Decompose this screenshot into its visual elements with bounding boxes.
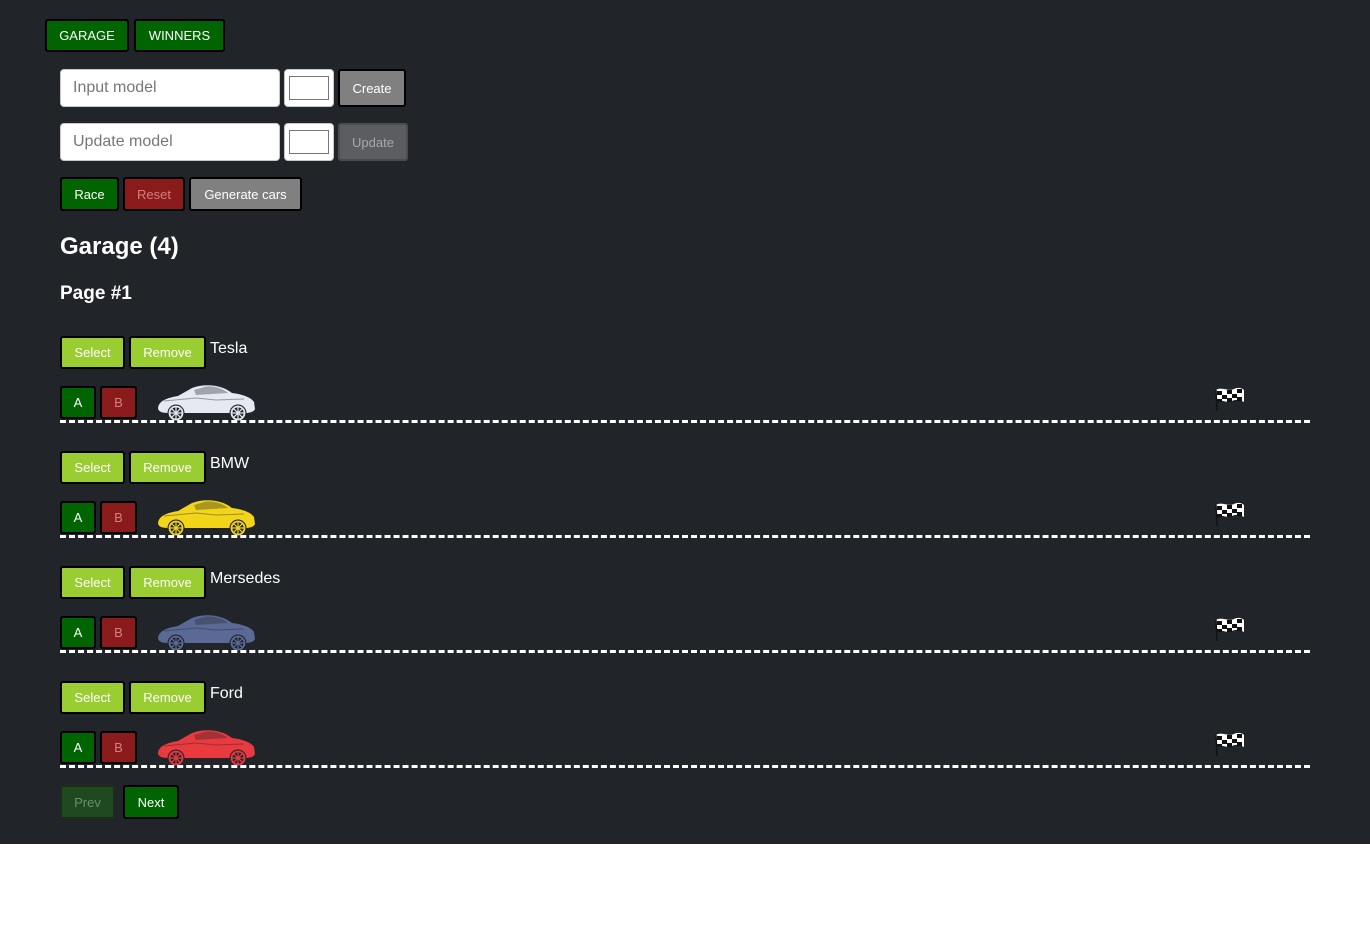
remove-car-button[interactable]: Remove: [129, 566, 206, 599]
app-root: GARAGE WINNERS Create Update Race Reset …: [0, 0, 1370, 844]
checkered-flag-icon: [1215, 732, 1244, 757]
checkered-flag-icon: [1215, 617, 1244, 642]
front-wheel: [229, 634, 247, 652]
remove-car-button[interactable]: Remove: [129, 681, 206, 714]
stop-engine-button[interactable]: B: [100, 386, 137, 419]
generate-cars-button[interactable]: Generate cars: [189, 177, 302, 211]
create-color-picker[interactable]: [284, 69, 334, 107]
car-icon[interactable]: [156, 614, 256, 652]
car-row: Select Remove BMW A B: [60, 451, 1310, 561]
nav-winners-button[interactable]: WINNERS: [134, 19, 225, 52]
stop-engine-button[interactable]: B: [100, 616, 137, 649]
car-name: BMW: [210, 455, 250, 472]
car-row: Select Remove Tesla A B: [60, 336, 1310, 446]
stop-engine-button[interactable]: B: [100, 731, 137, 764]
car-icon[interactable]: [156, 384, 256, 422]
garage-title: Garage (4): [60, 233, 179, 260]
rear-wheel: [167, 634, 185, 652]
rear-wheel: [167, 749, 185, 767]
car-row: Select Remove Ford A B: [60, 681, 1310, 791]
select-car-button[interactable]: Select: [60, 451, 125, 484]
create-model-input[interactable]: [60, 69, 280, 107]
select-car-button[interactable]: Select: [60, 566, 125, 599]
car-name: Mersedes: [210, 570, 281, 587]
front-wheel: [229, 519, 247, 537]
checkered-flag-icon: [1215, 387, 1244, 412]
stop-engine-button[interactable]: B: [100, 501, 137, 534]
rear-wheel: [167, 404, 185, 422]
car-icon[interactable]: [156, 499, 256, 537]
race-track-line: [60, 535, 1310, 538]
race-track-line: [60, 650, 1310, 653]
rear-wheel: [167, 519, 185, 537]
remove-car-button[interactable]: Remove: [129, 451, 206, 484]
update-button[interactable]: Update: [338, 123, 408, 161]
car-name: Tesla: [210, 340, 248, 357]
start-engine-button[interactable]: A: [60, 501, 96, 534]
car-row: Select Remove Mersedes A B: [60, 566, 1310, 676]
race-button[interactable]: Race: [60, 177, 119, 211]
select-car-button[interactable]: Select: [60, 681, 125, 714]
reset-button[interactable]: Reset: [123, 177, 185, 211]
select-car-button[interactable]: Select: [60, 336, 125, 369]
car-name: Ford: [210, 685, 243, 702]
next-page-button[interactable]: Next: [123, 785, 179, 819]
race-track-line: [60, 765, 1310, 768]
prev-page-button[interactable]: Prev: [60, 785, 115, 819]
start-engine-button[interactable]: A: [60, 386, 96, 419]
car-icon[interactable]: [156, 729, 256, 767]
checkered-flag-icon: [1215, 502, 1244, 527]
start-engine-button[interactable]: A: [60, 731, 96, 764]
update-model-input[interactable]: [60, 123, 280, 161]
start-engine-button[interactable]: A: [60, 616, 96, 649]
create-color-swatch: [289, 76, 329, 100]
nav-garage-button[interactable]: GARAGE: [45, 19, 129, 52]
page-number: Page #1: [60, 283, 132, 304]
front-wheel: [229, 404, 247, 422]
race-track-line: [60, 420, 1310, 423]
front-wheel: [229, 749, 247, 767]
create-button[interactable]: Create: [338, 69, 406, 107]
update-color-picker[interactable]: [284, 123, 334, 161]
remove-car-button[interactable]: Remove: [129, 336, 206, 369]
update-color-swatch: [289, 130, 329, 154]
